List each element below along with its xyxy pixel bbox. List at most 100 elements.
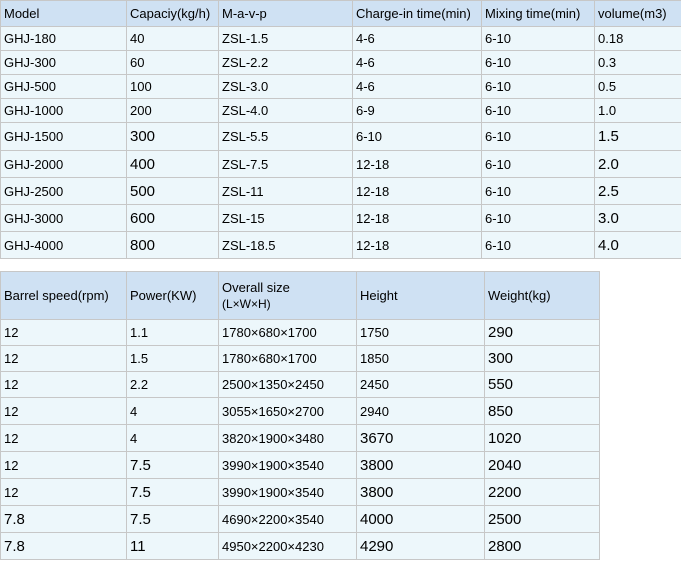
table-cell: 1780×680×1700 (218, 345, 357, 372)
table-cell: 6-9 (352, 98, 482, 123)
table-cell: 60 (126, 50, 219, 75)
table-row: GHJ-2000 400 ZSL-7.5 12-18 6-10 2.0 (0, 150, 681, 178)
table-cell: 550 (484, 371, 600, 398)
table-cell: 40 (126, 26, 219, 51)
table-cell: ZSL-18.5 (218, 231, 353, 259)
table-cell: 1850 (356, 345, 485, 372)
table-row: 12 1.5 1780×680×1700 1850 300 (0, 345, 600, 372)
table-cell: 3.0 (594, 204, 681, 232)
table-cell: 6-10 (481, 74, 595, 99)
table-cell: 2200 (484, 478, 600, 506)
table-cell: 3800 (356, 451, 485, 479)
column-header-overall-size: Overall size (L×W×H) (218, 271, 357, 320)
table-cell: 0.5 (594, 74, 681, 99)
column-header-model: Model (0, 0, 127, 27)
table-cell: 4-6 (352, 26, 482, 51)
table-cell: ZSL-5.5 (218, 122, 353, 151)
table-row: GHJ-1500 300 ZSL-5.5 6-10 6-10 1.5 (0, 122, 681, 151)
table-cell: 6-10 (481, 50, 595, 75)
table-cell: ZSL-1.5 (218, 26, 353, 51)
table-cell: 1750 (356, 319, 485, 346)
table-row: 12 7.5 3990×1900×3540 3800 2200 (0, 478, 600, 506)
table-cell: 0.3 (594, 50, 681, 75)
table-row: GHJ-1000 200 ZSL-4.0 6-9 6-10 1.0 (0, 98, 681, 123)
table-cell: 400 (126, 150, 219, 178)
table-cell: 2450 (356, 371, 485, 398)
table-cell: 2.0 (594, 150, 681, 178)
table-cell: 1.5 (594, 122, 681, 151)
column-header-height: Height (356, 271, 485, 320)
table-row: GHJ-4000 800 ZSL-18.5 12-18 6-10 4.0 (0, 231, 681, 259)
table-cell: ZSL-7.5 (218, 150, 353, 178)
table-cell: 4-6 (352, 74, 482, 99)
table-cell: 1.5 (126, 345, 219, 372)
table-cell: 12 (0, 397, 127, 425)
table-cell: ZSL-3.0 (218, 74, 353, 99)
column-header-volume: volume(m3) (594, 0, 681, 27)
table-cell: 3990×1900×3540 (218, 451, 357, 479)
table-cell: 12 (0, 345, 127, 372)
table-cell: 7.5 (126, 505, 219, 533)
table-cell: 12 (0, 478, 127, 506)
table-cell: 1.1 (126, 319, 219, 346)
table-cell: 500 (126, 177, 219, 205)
table-cell: 3820×1900×3480 (218, 424, 357, 452)
table-header-row: Barrel speed(rpm) Power(KW) Overall size… (0, 271, 600, 320)
mixer-spec-table: Barrel speed(rpm) Power(KW) Overall size… (0, 271, 600, 560)
table-cell: 7.5 (126, 478, 219, 506)
column-header-capacity: Capaciy(kg/h) (126, 0, 219, 27)
table-cell: 12-18 (352, 204, 482, 232)
table-cell: 290 (484, 319, 600, 346)
table-cell: 4-6 (352, 50, 482, 75)
table-cell: GHJ-500 (0, 74, 127, 99)
table-row: GHJ-500 100 ZSL-3.0 4-6 6-10 0.5 (0, 74, 681, 99)
table-cell: 6-10 (481, 177, 595, 205)
table-cell: 4290 (356, 532, 485, 560)
table-cell: 6-10 (481, 98, 595, 123)
column-header-mavp: M-a-v-p (218, 0, 353, 27)
table-row: 12 4 3055×1650×2700 2940 850 (0, 397, 600, 425)
overall-size-unit: (L×W×H) (222, 296, 271, 311)
overall-size-label: Overall size (222, 279, 290, 295)
table-cell: 2.5 (594, 177, 681, 205)
table-row: GHJ-2500 500 ZSL-11 12-18 6-10 2.5 (0, 177, 681, 205)
table-cell: 800 (126, 231, 219, 259)
table-cell: ZSL-15 (218, 204, 353, 232)
table-cell: 12-18 (352, 177, 482, 205)
table-cell: 2800 (484, 532, 600, 560)
table-cell: 300 (484, 345, 600, 372)
table-cell: 1780×680×1700 (218, 319, 357, 346)
table-cell: 6-10 (352, 122, 482, 151)
table-header-row: Model Capaciy(kg/h) M-a-v-p Charge-in ti… (0, 0, 681, 27)
table-cell: 0.18 (594, 26, 681, 51)
table-cell: 12 (0, 319, 127, 346)
table-cell: 4690×2200×3540 (218, 505, 357, 533)
table-cell: 6-10 (481, 204, 595, 232)
mixer-model-table: Model Capaciy(kg/h) M-a-v-p Charge-in ti… (0, 0, 681, 259)
table-row: 12 4 3820×1900×3480 3670 1020 (0, 424, 600, 452)
table-cell: 2040 (484, 451, 600, 479)
table-cell: ZSL-2.2 (218, 50, 353, 75)
table-row: GHJ-3000 600 ZSL-15 12-18 6-10 3.0 (0, 204, 681, 232)
table-row: 7.8 7.5 4690×2200×3540 4000 2500 (0, 505, 600, 533)
table-cell: 7.5 (126, 451, 219, 479)
table-cell: 850 (484, 397, 600, 425)
table-cell: 4.0 (594, 231, 681, 259)
table-cell: 1.0 (594, 98, 681, 123)
table-cell: 12 (0, 371, 127, 398)
table-cell: 11 (126, 532, 219, 560)
table-cell: 12-18 (352, 150, 482, 178)
column-header-weight: Weight(kg) (484, 271, 600, 320)
table-row: 12 2.2 2500×1350×2450 2450 550 (0, 371, 600, 398)
table-cell: 2940 (356, 397, 485, 425)
table-cell: 2.2 (126, 371, 219, 398)
table-row: GHJ-180 40 ZSL-1.5 4-6 6-10 0.18 (0, 26, 681, 51)
table-cell: 3800 (356, 478, 485, 506)
table-cell: GHJ-4000 (0, 231, 127, 259)
table-cell: 4 (126, 397, 219, 425)
table-cell: 300 (126, 122, 219, 151)
table-cell: GHJ-1500 (0, 122, 127, 151)
table-cell: 2500×1350×2450 (218, 371, 357, 398)
table-cell: 2500 (484, 505, 600, 533)
table-cell: 1020 (484, 424, 600, 452)
